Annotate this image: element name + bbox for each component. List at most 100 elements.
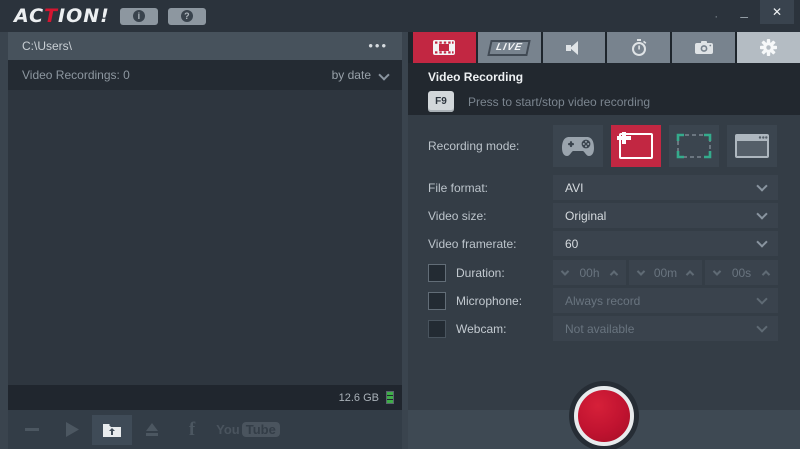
storage-bar: 12.6 GB xyxy=(8,385,402,410)
duration-label: Duration: xyxy=(456,266,505,280)
info-button[interactable]: i xyxy=(120,8,158,25)
microphone-value: Always record xyxy=(565,294,640,308)
webcam-value: Not available xyxy=(565,322,634,336)
recording-settings: Recording mode: xyxy=(408,115,800,410)
sort-dropdown[interactable]: by date xyxy=(332,68,388,82)
free-space-value: 12.6 GB xyxy=(339,392,379,404)
logo-accent-letter: T xyxy=(44,5,58,27)
titlebar[interactable]: ACTION! i ? · – ✕ xyxy=(0,0,800,32)
fullscreen-mode-icon xyxy=(619,133,653,159)
record-button[interactable] xyxy=(574,386,634,446)
speaker-icon xyxy=(566,41,582,55)
video-framerate-value: 60 xyxy=(565,237,578,251)
video-framerate-row: Video framerate: 60 xyxy=(428,231,778,256)
minimize-button[interactable]: – xyxy=(728,8,760,24)
microphone-checkbox[interactable] xyxy=(428,292,446,310)
recordings-count: Video Recordings: 0 xyxy=(22,68,130,82)
path-bar[interactable]: C:\Users\ ••• xyxy=(8,32,402,60)
gamepad-icon xyxy=(561,135,595,157)
bottom-toolbar: f You Tube xyxy=(8,410,402,449)
webcam-row: Webcam: Not available xyxy=(428,316,778,341)
export-folder-button[interactable] xyxy=(92,415,132,445)
duration-seconds-value: 00s xyxy=(732,266,751,280)
youtube-logo-icon: Tube xyxy=(242,422,280,437)
file-format-dropdown[interactable]: AVI xyxy=(553,175,778,200)
action-app-window: ACTION! i ? · – ✕ C:\Users\ ••• Video Re… xyxy=(0,0,800,449)
stepper-up-icon[interactable] xyxy=(610,270,618,278)
tab-audio-recording[interactable] xyxy=(543,32,606,63)
help-icon: ? xyxy=(181,10,193,22)
recordings-list-header: Video Recordings: 0 by date xyxy=(8,60,402,90)
recordings-panel: C:\Users\ ••• Video Recordings: 0 by dat… xyxy=(8,32,402,449)
info-icon: i xyxy=(133,10,145,22)
facebook-share-button[interactable]: f xyxy=(172,415,212,445)
tab-screenshots[interactable] xyxy=(672,32,735,63)
app-logo: ACTION! xyxy=(14,5,110,27)
close-button[interactable]: ✕ xyxy=(760,0,794,24)
region-select-icon xyxy=(676,133,712,159)
tab-settings[interactable] xyxy=(737,32,800,63)
games-mode-button[interactable] xyxy=(553,125,603,167)
region-mode-button[interactable] xyxy=(669,125,719,167)
stepper-down-icon[interactable] xyxy=(637,267,645,275)
window-mode-button[interactable] xyxy=(727,125,777,167)
tab-video-recording[interactable] xyxy=(413,32,476,63)
current-path: C:\Users\ xyxy=(22,39,72,53)
file-format-value: AVI xyxy=(565,181,583,195)
chevron-down-icon xyxy=(756,208,767,219)
logo-text: ION! xyxy=(58,5,110,27)
stopwatch-icon xyxy=(631,39,647,56)
play-button[interactable] xyxy=(52,415,92,445)
help-button[interactable]: ? xyxy=(168,8,206,25)
gear-icon xyxy=(760,39,777,56)
duration-seconds-stepper[interactable]: 00s xyxy=(705,260,778,285)
delete-button[interactable] xyxy=(12,415,52,445)
webcam-label: Webcam: xyxy=(456,322,506,336)
chevron-down-icon xyxy=(378,69,389,80)
webcam-checkbox[interactable] xyxy=(428,320,446,338)
play-icon xyxy=(66,422,79,437)
duration-minutes-value: 00m xyxy=(654,266,677,280)
live-badge: LIVE xyxy=(487,40,531,56)
youtube-upload-button[interactable]: You Tube xyxy=(212,415,284,445)
window-dot: · xyxy=(704,9,728,23)
file-format-label: File format: xyxy=(428,181,553,195)
youtube-logo-icon: You xyxy=(216,422,240,437)
upload-button[interactable] xyxy=(132,415,172,445)
microphone-dropdown[interactable]: Always record xyxy=(553,288,778,313)
duration-hours-stepper[interactable]: 00h xyxy=(553,260,626,285)
duration-minutes-stepper[interactable]: 00m xyxy=(629,260,702,285)
tab-benchmark[interactable] xyxy=(607,32,670,63)
section-title: Video Recording xyxy=(428,70,780,84)
hotkey-hint: Press to start/stop video recording xyxy=(468,95,650,109)
facebook-icon: f xyxy=(189,419,195,441)
video-size-value: Original xyxy=(565,209,606,223)
stepper-down-icon[interactable] xyxy=(561,267,569,275)
window-controls: · – ✕ xyxy=(704,0,794,32)
webcam-dropdown[interactable]: Not available xyxy=(553,316,778,341)
duration-checkbox[interactable] xyxy=(428,264,446,282)
chevron-down-icon xyxy=(756,293,767,304)
fullscreen-mode-button[interactable] xyxy=(611,125,661,167)
app-window-icon xyxy=(735,134,769,158)
video-framerate-dropdown[interactable]: 60 xyxy=(553,231,778,256)
stepper-down-icon[interactable] xyxy=(713,267,721,275)
video-recording-header: Video Recording F9 Press to start/stop v… xyxy=(408,63,800,115)
video-size-dropdown[interactable]: Original xyxy=(553,203,778,228)
tab-live-streaming[interactable]: LIVE xyxy=(478,32,541,63)
settings-panel: LIVE xyxy=(408,32,800,449)
recordings-list-empty[interactable] xyxy=(8,90,402,385)
logo-text: AC xyxy=(14,5,44,27)
folder-upload-icon xyxy=(103,423,121,437)
microphone-row: Microphone: Always record xyxy=(428,288,778,313)
stepper-up-icon[interactable] xyxy=(762,270,770,278)
eject-icon xyxy=(145,423,159,437)
main-area: C:\Users\ ••• Video Recordings: 0 by dat… xyxy=(0,32,800,449)
stepper-up-icon[interactable] xyxy=(686,270,694,278)
hotkey-f9-button[interactable]: F9 xyxy=(428,91,454,112)
recording-mode-row: Recording mode: xyxy=(428,125,778,167)
path-menu-button[interactable]: ••• xyxy=(368,43,388,48)
duration-row: Duration: 00h 00m xyxy=(428,260,778,285)
chevron-down-icon xyxy=(756,236,767,247)
sort-value: by date xyxy=(332,68,371,82)
